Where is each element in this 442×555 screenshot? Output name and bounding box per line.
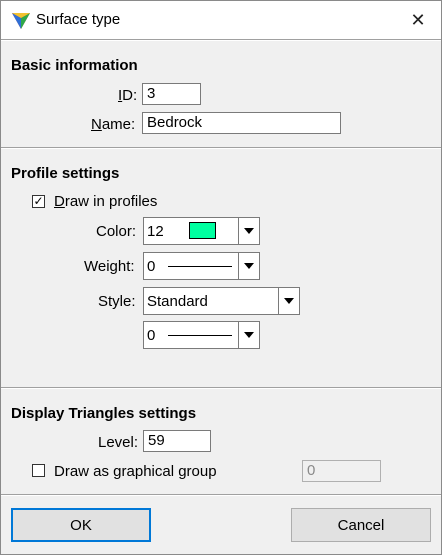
name-input[interactable]: Bedrock bbox=[142, 112, 341, 134]
divider bbox=[1, 39, 441, 41]
group-input: 0 bbox=[302, 460, 381, 482]
weight-label: Weight: bbox=[84, 258, 135, 275]
style-level-combo[interactable]: 0 bbox=[143, 321, 260, 349]
chevron-down-icon[interactable] bbox=[278, 288, 299, 314]
divider bbox=[1, 147, 441, 149]
line-style-sample bbox=[168, 335, 232, 336]
title-bar: Surface type ✕ bbox=[1, 1, 441, 39]
style-combo[interactable]: Standard bbox=[143, 287, 300, 315]
draw-in-profiles-checkbox[interactable]: ✓ bbox=[32, 195, 45, 208]
name-label-text: ame: bbox=[101, 116, 136, 133]
level-label: Level: bbox=[98, 434, 139, 451]
chevron-down-icon[interactable] bbox=[238, 253, 259, 279]
id-label-text: D: bbox=[122, 87, 138, 104]
color-label: Color: bbox=[96, 223, 137, 240]
close-icon: ✕ bbox=[410, 9, 426, 30]
id-input[interactable]: 3 bbox=[142, 83, 201, 105]
name-label: Name: bbox=[91, 116, 135, 133]
ok-button[interactable]: OK bbox=[11, 508, 151, 542]
draw-as-graphical-group-label[interactable]: Draw as graphical group bbox=[54, 463, 217, 480]
close-button[interactable]: ✕ bbox=[395, 1, 441, 39]
basic-info-heading: Basic information bbox=[11, 57, 138, 74]
chevron-down-icon[interactable] bbox=[238, 218, 259, 244]
profile-settings-heading: Profile settings bbox=[11, 165, 120, 182]
divider bbox=[1, 387, 441, 389]
divider bbox=[1, 494, 441, 496]
draw-as-graphical-group-checkbox[interactable] bbox=[32, 464, 45, 477]
style-level-value: 0 bbox=[147, 327, 156, 344]
draw-in-profiles-label[interactable]: Draw in profiles bbox=[54, 193, 157, 210]
color-value: 12 bbox=[147, 223, 164, 240]
style-label: Style: bbox=[98, 293, 136, 310]
color-swatch bbox=[189, 222, 216, 239]
draw-label-text: raw in profiles bbox=[64, 193, 158, 210]
id-label: ID: bbox=[118, 87, 137, 104]
level-input[interactable]: 59 bbox=[143, 430, 211, 452]
weight-value: 0 bbox=[147, 258, 156, 275]
line-weight-sample bbox=[168, 266, 232, 267]
draw-label-accel: D bbox=[54, 193, 65, 210]
chevron-down-icon[interactable] bbox=[238, 322, 259, 348]
window-title: Surface type bbox=[36, 11, 121, 28]
name-label-accel: N bbox=[91, 116, 102, 133]
app-logo-icon bbox=[11, 10, 31, 30]
display-triangles-heading: Display Triangles settings bbox=[11, 405, 197, 422]
color-combo[interactable]: 12 bbox=[143, 217, 260, 245]
cancel-button[interactable]: Cancel bbox=[291, 508, 431, 542]
style-value: Standard bbox=[147, 293, 208, 310]
weight-combo[interactable]: 0 bbox=[143, 252, 260, 280]
surface-type-dialog: Surface type ✕ Basic information ID: 3 N… bbox=[0, 0, 442, 555]
